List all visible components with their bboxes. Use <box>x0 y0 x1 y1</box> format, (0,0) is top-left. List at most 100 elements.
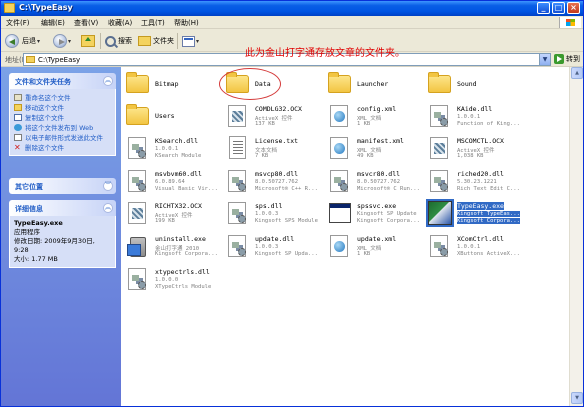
menu-favorites[interactable]: 收藏(A) <box>108 18 132 28</box>
file-detail-1: 1.0.0.0 <box>155 277 179 283</box>
menu-help[interactable]: 帮助(H) <box>174 18 199 28</box>
file-item[interactable]: msvcr80.dll 8.0.50727.762 Microsoft® C Run… <box>327 168 432 200</box>
file-name[interactable]: config.xml <box>357 105 396 113</box>
file-item[interactable]: xtypectrls.dll 1.0.0.0 XTypeCtrls Module <box>125 266 230 298</box>
file-item[interactable]: riched20.dll 5.30.23.1221 Rich Text Edit C… <box>427 168 532 200</box>
file-name[interactable]: KSearch.dll <box>155 137 198 145</box>
folder-item[interactable]: Bitmap <box>125 71 230 103</box>
file-name[interactable]: riched20.dll <box>457 170 504 178</box>
toolbar-separator <box>100 33 101 49</box>
file-name[interactable]: TypeEasy.exe <box>457 202 504 210</box>
close-button[interactable]: × <box>567 2 580 14</box>
dll-file-icon <box>125 266 151 292</box>
menu-tools[interactable]: 工具(T) <box>141 18 165 28</box>
file-name[interactable]: msvcr80.dll <box>357 170 400 178</box>
views-button[interactable]: ▾ <box>182 33 199 49</box>
file-tasks-panel: 文件和文件夹任务 ︽ 重命名这个文件 移动这个文件 复制这个文件 将这个文件发布… <box>9 73 116 156</box>
scroll-up-icon[interactable]: ▲ <box>571 67 583 79</box>
file-name[interactable]: update.xml <box>357 235 396 243</box>
other-places-header[interactable]: 其它位置 ︾ <box>9 178 116 194</box>
file-item[interactable]: KSearch.dll 1.0.0.1 KSearch Module <box>125 135 230 167</box>
go-button[interactable]: 转到 <box>554 54 580 64</box>
file-item[interactable]: uninstall.exe 金山打字通 2010 Kingsoft Corpora.… <box>125 233 230 265</box>
forward-button[interactable]: ▾ <box>53 33 71 49</box>
chevron-down-icon[interactable]: ▾ <box>68 38 71 45</box>
file-item[interactable]: KAide.dll 1.0.0.1 Function of King... <box>427 103 532 135</box>
file-name[interactable]: KAide.dll <box>457 105 492 113</box>
folder-item[interactable]: Users <box>125 103 230 135</box>
folders-button[interactable]: 文件夹 <box>138 33 174 49</box>
task-publish-web[interactable]: 将这个文件发布到 Web <box>14 122 111 132</box>
collapse-icon[interactable]: ︽ <box>103 76 113 86</box>
file-name[interactable]: spssvc.exe <box>357 202 396 210</box>
task-email[interactable]: 以电子邮件形式发送此文件 <box>14 132 111 142</box>
file-name[interactable]: MSCOMCTL.OCX <box>457 137 504 145</box>
collapse-icon[interactable]: ︽ <box>103 203 113 213</box>
menu-view[interactable]: 查看(V) <box>74 18 98 28</box>
scroll-down-icon[interactable]: ▼ <box>571 392 583 404</box>
task-delete[interactable]: ✕ 删除这个文件 <box>14 142 111 152</box>
file-item[interactable]: msvcp80.dll 8.0.50727.762 Microsoft® C++ R… <box>225 168 330 200</box>
file-item[interactable]: config.xml XML 文档 1 KB <box>327 103 432 135</box>
file-name[interactable]: sps.dll <box>255 202 282 210</box>
file-item[interactable]: MSCOMCTL.OCX ActiveX 控件 1,038 KB <box>427 135 532 167</box>
chevron-down-icon[interactable]: ▾ <box>196 38 199 45</box>
folder-item[interactable]: Sound <box>427 71 532 103</box>
chevron-down-icon[interactable]: ▾ <box>37 38 40 45</box>
task-move[interactable]: 移动这个文件 <box>14 102 111 112</box>
chevron-down-icon[interactable]: ▼ <box>539 54 550 65</box>
file-name[interactable]: manifest.xml <box>357 137 404 145</box>
menu-edit[interactable]: 编辑(E) <box>41 18 65 28</box>
file-detail-2: Visual Basic Vir... <box>155 186 218 192</box>
file-name[interactable]: Users <box>155 112 175 120</box>
expand-icon[interactable]: ︾ <box>103 181 113 191</box>
file-item[interactable]: sps.dll 1.0.0.3 Kingsoft SPS Module <box>225 200 330 232</box>
file-tasks-header[interactable]: 文件和文件夹任务 ︽ <box>9 73 116 89</box>
file-list[interactable]: Bitmap Data Launcher Sound Users COMDLG32.OCX… <box>121 67 569 406</box>
go-label: 转到 <box>566 55 580 63</box>
dll-file-icon <box>125 135 151 161</box>
annotation-circle <box>219 68 281 100</box>
file-item[interactable]: License.txt 文本文档 7 KB <box>225 135 330 167</box>
task-copy[interactable]: 复制这个文件 <box>14 112 111 122</box>
file-name[interactable]: update.dll <box>255 235 294 243</box>
file-item[interactable]: update.dll 1.0.0.3 Kingsoft SP Upda... <box>225 233 330 265</box>
details-header[interactable]: 详细信息 ︽ <box>9 200 116 216</box>
file-item[interactable]: msvbvm60.dll 6.0.89.64 Visual Basic Vir... <box>125 168 230 200</box>
folder-icon <box>26 56 35 63</box>
file-detail-2: 199 KB <box>155 218 175 224</box>
file-name[interactable]: Sound <box>457 80 477 88</box>
file-name[interactable]: XComCtrl.dll <box>457 235 504 243</box>
folder-item[interactable]: Launcher <box>327 71 432 103</box>
file-item[interactable]: RICHTX32.OCX ActiveX 控件 199 KB <box>125 200 230 232</box>
file-name[interactable]: Launcher <box>357 80 388 88</box>
file-name[interactable]: uninstall.exe <box>155 235 206 243</box>
address-path[interactable]: C:\TypeEasy <box>38 56 80 64</box>
back-button[interactable]: 后退 ▾ <box>5 33 40 49</box>
title-bar[interactable]: C:\TypeEasy _ □ × <box>1 1 583 16</box>
menu-file[interactable]: 文件(F) <box>6 18 30 28</box>
panel-title: 详细信息 <box>15 205 43 213</box>
minimize-button[interactable]: _ <box>537 2 550 14</box>
file-item[interactable]: XComCtrl.dll 1.0.0.1 XButtons ActiveX... <box>427 233 532 265</box>
back-label: 后退 <box>22 37 36 45</box>
file-item[interactable]: COMDLG32.OCX ActiveX 控件 137 KB <box>225 103 330 135</box>
vertical-scrollbar[interactable]: ▲ ▼ <box>569 67 583 406</box>
file-item[interactable]: update.xml XML 文档 1 KB <box>327 233 432 265</box>
task-rename[interactable]: 重命名这个文件 <box>14 92 111 102</box>
file-detail-1: Kingsoft TypeEas... <box>457 211 520 217</box>
file-name[interactable]: License.txt <box>255 137 298 145</box>
file-name[interactable]: msvbvm60.dll <box>155 170 202 178</box>
file-name[interactable]: msvcp80.dll <box>255 170 298 178</box>
up-folder-button[interactable] <box>81 33 95 49</box>
file-name[interactable]: COMDLG32.OCX <box>255 105 302 113</box>
file-name[interactable]: RICHTX32.OCX <box>155 202 202 210</box>
file-detail-2: 1 KB <box>357 251 371 257</box>
file-item[interactable]: manifest.xml XML 文档 49 KB <box>327 135 432 167</box>
file-name[interactable]: Bitmap <box>155 80 178 88</box>
search-button[interactable]: 搜索 <box>105 33 132 49</box>
file-item[interactable]: TypeEasy.exe Kingsoft TypeEas... Kingsoft … <box>426 199 532 232</box>
file-item[interactable]: spssvc.exe Kingsoft SP Update Kingsoft Cor… <box>327 200 432 232</box>
file-name[interactable]: xtypectrls.dll <box>155 268 210 276</box>
maximize-button[interactable]: □ <box>552 2 565 14</box>
